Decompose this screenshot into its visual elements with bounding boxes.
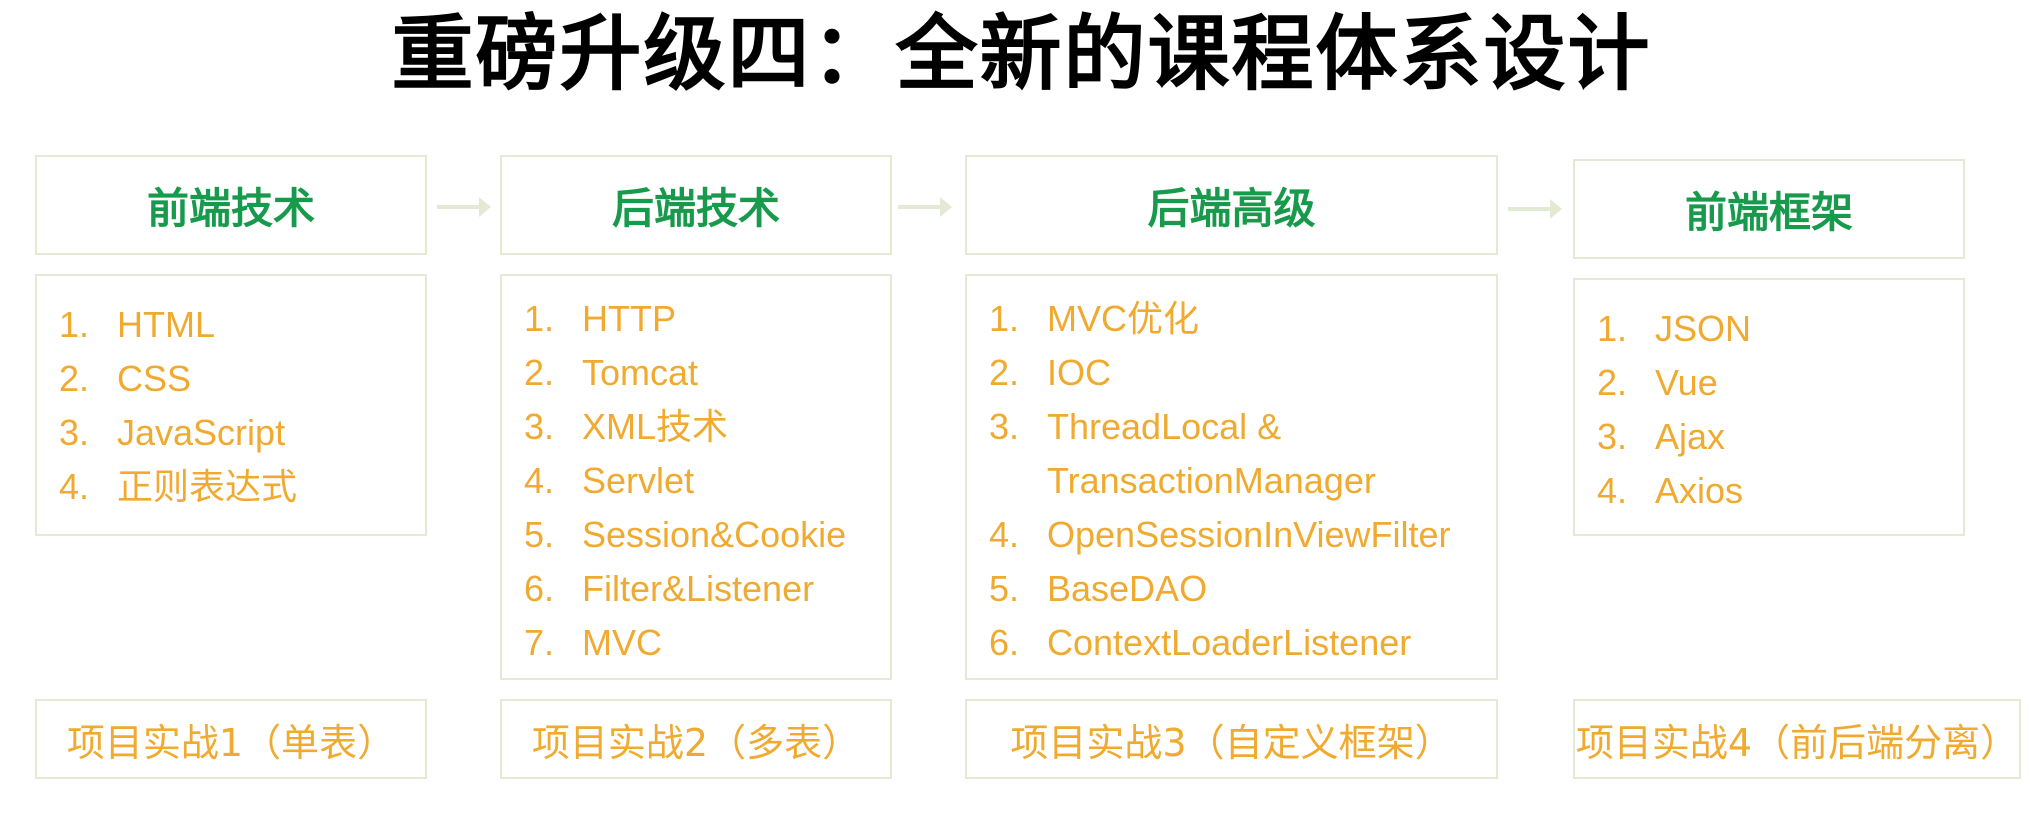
- item-number: 5.: [989, 568, 1020, 609]
- column-heading-frontend-framework: 前端框架: [1573, 159, 1965, 259]
- item-text: Axios: [1655, 470, 1744, 511]
- item-number: 1.: [1597, 308, 1628, 349]
- list-item: 3. ThreadLocal &: [989, 400, 1496, 454]
- item-text: MVC: [582, 622, 662, 663]
- item-text: Servlet: [582, 460, 695, 501]
- item-number: 2.: [989, 352, 1020, 393]
- item-number: 3.: [524, 406, 555, 447]
- item-text: ThreadLocal &: [1047, 406, 1282, 447]
- item-number: 2.: [524, 352, 555, 393]
- item-number: 6.: [524, 568, 555, 609]
- item-text: Vue: [1655, 362, 1718, 403]
- list-item: 3. XML技术: [524, 400, 890, 454]
- item-text: MVC优化: [1047, 298, 1199, 339]
- list-item: 4. Servlet: [524, 454, 890, 508]
- item-text: XML技术: [582, 406, 729, 447]
- item-text: TransactionManager: [1047, 460, 1376, 501]
- item-number: 4.: [989, 514, 1020, 555]
- list-item: 6. Filter&Listener: [524, 562, 890, 616]
- list-item: 5. BaseDAO: [989, 562, 1496, 616]
- topic-list-backend-advanced: 1. MVC优化 2. IOC 3. ThreadLocal & Transactio…: [965, 274, 1498, 680]
- list-item: 4. Axios: [1597, 464, 1963, 518]
- list-item: 1. HTTP: [524, 292, 890, 346]
- item-text: Ajax: [1655, 416, 1726, 457]
- column-heading-backend-advanced: 后端高级: [965, 155, 1498, 255]
- item-text: Session&Cookie: [582, 514, 847, 555]
- list-item: 1. HTML: [59, 298, 425, 352]
- list-item: 3. JavaScript: [59, 406, 425, 460]
- project-box-1: 项目实战1（单表）: [35, 699, 427, 779]
- list-item: 1. MVC优化: [989, 292, 1496, 346]
- list-item: 2. Vue: [1597, 356, 1963, 410]
- topic-list-backend: 1. HTTP 2. Tomcat 3. XML技术 4. Servlet 5. Sess…: [500, 274, 892, 680]
- list-item: 4. 正则表达式: [59, 460, 425, 514]
- list-item: 3. Ajax: [1597, 410, 1963, 464]
- item-number: [989, 454, 1047, 508]
- arrow-icon: [898, 197, 952, 217]
- item-number: 1.: [989, 298, 1020, 339]
- item-number: 6.: [989, 622, 1020, 663]
- list-item: 2. IOC: [989, 346, 1496, 400]
- item-text: JavaScript: [117, 412, 286, 453]
- project-box-3: 项目实战3（自定义框架）: [965, 699, 1498, 779]
- item-text: ContextLoaderListener: [1047, 622, 1412, 663]
- list-item: 4. OpenSessionInViewFilter: [989, 508, 1496, 562]
- item-text: OpenSessionInViewFilter: [1047, 514, 1451, 555]
- column-heading-frontend: 前端技术: [35, 155, 427, 255]
- item-number: 2.: [59, 358, 90, 399]
- list-item: 6. ContextLoaderListener: [989, 616, 1496, 670]
- item-text: Tomcat: [582, 352, 699, 393]
- list-item: TransactionManager: [989, 454, 1496, 508]
- item-text: 正则表达式: [117, 466, 298, 507]
- item-number: 1.: [524, 298, 555, 339]
- item-number: 3.: [989, 406, 1020, 447]
- item-number: 4.: [524, 460, 555, 501]
- item-number: 3.: [59, 412, 90, 453]
- topic-list-frontend: 1. HTML 2. CSS 3. JavaScript 4. 正则表达式: [35, 274, 427, 536]
- item-text: HTTP: [582, 298, 676, 339]
- item-text: CSS: [117, 358, 192, 399]
- list-item: 1. JSON: [1597, 302, 1963, 356]
- page-title: 重磅升级四：全新的课程体系设计: [391, 7, 1652, 102]
- list-item: 5. Session&Cookie: [524, 508, 890, 562]
- item-number: 4.: [59, 466, 90, 507]
- list-item: 2. CSS: [59, 352, 425, 406]
- arrow-icon: [1508, 199, 1562, 219]
- project-box-2: 项目实战2（多表）: [500, 699, 892, 779]
- item-text: IOC: [1047, 352, 1112, 393]
- item-number: 3.: [1597, 416, 1628, 457]
- item-number: 2.: [1597, 362, 1628, 403]
- list-item: 7. MVC: [524, 616, 890, 670]
- item-text: JSON: [1655, 308, 1752, 349]
- item-number: 5.: [524, 514, 555, 555]
- project-box-4: 项目实战4（前后端分离）: [1573, 699, 2021, 779]
- item-number: 1.: [59, 304, 90, 345]
- item-text: HTML: [117, 304, 215, 345]
- item-number: 4.: [1597, 470, 1628, 511]
- item-text: BaseDAO: [1047, 568, 1208, 609]
- column-heading-backend: 后端技术: [500, 155, 892, 255]
- topic-list-frontend-framework: 1. JSON 2. Vue 3. Ajax 4. Axios: [1573, 278, 1965, 536]
- list-item: 2. Tomcat: [524, 346, 890, 400]
- item-text: Filter&Listener: [582, 568, 815, 609]
- arrow-icon: [437, 197, 491, 217]
- item-number: 7.: [524, 622, 555, 663]
